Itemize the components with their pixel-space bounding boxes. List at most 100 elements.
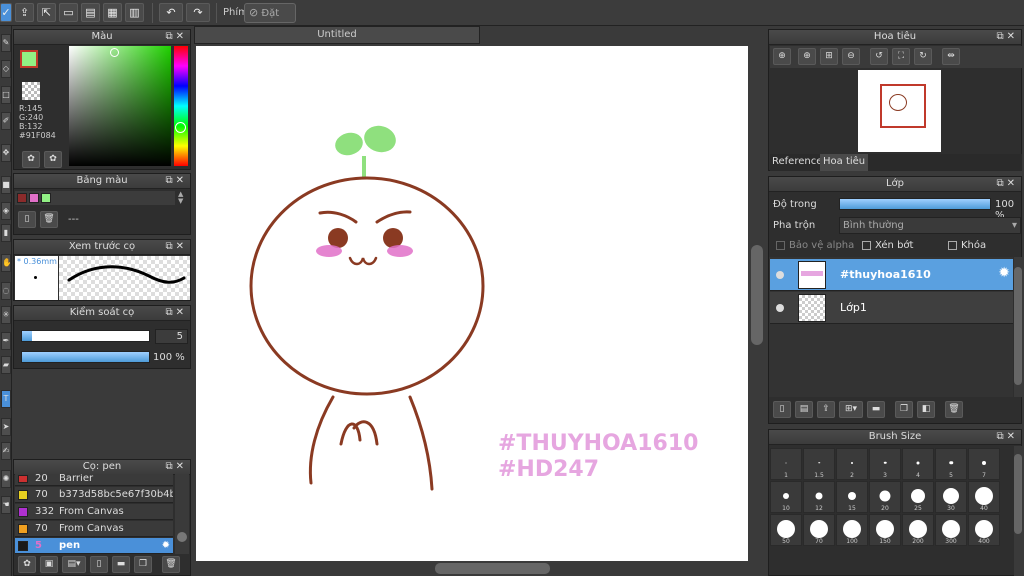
brush-size-preset[interactable]: 4 — [902, 448, 934, 480]
fullscreen-icon[interactable]: ⛶ — [892, 48, 910, 65]
gradient-tool-icon[interactable]: ▮ — [1, 224, 11, 242]
brush-size-preset[interactable]: 70 — [803, 514, 835, 546]
layout-button[interactable]: ▥ — [125, 3, 144, 22]
brush-stamp-icon[interactable]: ▣ — [40, 556, 58, 573]
brush-size-preset[interactable]: 100 — [836, 514, 868, 546]
new-layer-icon[interactable]: ▯ — [773, 401, 791, 418]
redo-button[interactable]: ↷ — [186, 3, 210, 22]
brush-size-preset[interactable]: 12 — [803, 481, 835, 513]
duplicate-layer-icon[interactable]: ❐ — [895, 401, 913, 418]
layer-folder-icon[interactable]: ▬ — [867, 401, 885, 418]
new-palette-icon[interactable]: ▯ — [18, 211, 36, 228]
palette-scroll-arrows[interactable]: ▲ ▼ — [178, 191, 183, 205]
blend-mode-select[interactable]: Bình thường ▾ — [839, 217, 1021, 234]
import-layer-icon[interactable]: ⇪ — [817, 401, 835, 418]
brush-size-preset[interactable]: 15 — [836, 481, 868, 513]
layer-list-scrollbar[interactable] — [1014, 257, 1022, 397]
canvas-vertical-thumb[interactable] — [751, 245, 763, 345]
new-layer-text-icon[interactable]: ▤ — [795, 401, 813, 418]
export-button[interactable]: ⇱ — [37, 3, 56, 22]
panel-buttons[interactable]: ⧉✕ — [165, 174, 187, 188]
brush-size-preset[interactable]: 7 — [968, 448, 1000, 480]
layer-settings-icon[interactable]: ✹ — [998, 265, 1010, 281]
brush-size-preset[interactable]: 30 — [935, 481, 967, 513]
canvas-horizontal-thumb[interactable] — [435, 563, 550, 574]
fill-tool-icon[interactable]: ■ — [1, 176, 11, 194]
pen-tool-icon[interactable]: ✎ — [1, 34, 11, 52]
panel-buttons[interactable]: ⧉✕ — [996, 30, 1018, 44]
rect-tool-icon[interactable]: □ — [1, 86, 11, 104]
lasso-tool-icon[interactable]: ◌ — [1, 282, 11, 300]
brush-size-preset[interactable]: 200 — [902, 514, 934, 546]
zoom-icon[interactable]: ⊕ — [773, 48, 791, 65]
share-button[interactable]: ⇪ — [15, 3, 34, 22]
flip-icon[interactable]: ⇹ — [942, 48, 960, 65]
tab-reference[interactable]: Reference — [772, 156, 822, 167]
brush-size-preset[interactable]: 150 — [869, 514, 901, 546]
zoom-out-icon[interactable]: ⊖ — [842, 48, 860, 65]
magic-wand-tool-icon[interactable]: ✳ — [1, 306, 11, 324]
brush-list-item[interactable]: 70 From Canvas — [15, 521, 173, 537]
lock-checkbox[interactable] — [948, 241, 957, 250]
document-tab[interactable]: Untitled — [194, 26, 480, 44]
brush-size-preset[interactable]: 10 — [770, 481, 802, 513]
layer-row[interactable]: Lớp1 — [770, 292, 1013, 324]
color-wheel-icon[interactable]: ✿ — [22, 151, 40, 168]
tab-navigator[interactable]: Hoa tiêu — [820, 154, 869, 171]
brush-tool-icon[interactable]: ✐ — [1, 112, 11, 130]
panel-buttons[interactable]: ⧉✕ — [165, 240, 187, 254]
brush-size-scrollbar[interactable] — [1014, 446, 1022, 576]
eye-icon[interactable] — [776, 271, 784, 279]
panel-buttons[interactable]: ⧉✕ — [165, 460, 187, 474]
brush-list-scrollbar[interactable] — [175, 474, 189, 554]
eraser-tool-icon[interactable]: ▰ — [1, 356, 11, 374]
palette-swatch[interactable] — [17, 193, 27, 203]
drawing-canvas[interactable]: #THUYHOA1610 #HD247 — [196, 46, 748, 561]
brush-list-item-selected[interactable]: 5 pen ✹ — [15, 538, 173, 554]
brush-add-icon[interactable]: ✿ — [18, 556, 36, 573]
brush-size-preset[interactable]: 25 — [902, 481, 934, 513]
brush-size-preset[interactable]: 300 — [935, 514, 967, 546]
delete-palette-icon[interactable]: 🗑 — [40, 211, 58, 228]
delete-layer-icon[interactable]: 🗑 — [945, 401, 963, 418]
undo-button[interactable]: ↶ — [159, 3, 183, 22]
clipping-checkbox[interactable] — [862, 241, 871, 250]
panel-buttons[interactable]: ⧉✕ — [996, 430, 1018, 444]
brush-delete-icon[interactable]: 🗑 — [162, 556, 180, 573]
fit-icon[interactable]: ⊞ — [820, 48, 838, 65]
brush-new-dropdown-icon[interactable]: ▤▾ — [62, 556, 86, 573]
brush-folder-icon[interactable]: ▬ — [112, 556, 130, 573]
brush-size-value[interactable]: 5 — [155, 329, 188, 344]
brush-size-preset[interactable]: 2 — [836, 448, 868, 480]
move-tool-icon[interactable]: ✥ — [1, 144, 11, 162]
hand-tool-icon[interactable]: ✋ — [1, 254, 11, 272]
brush-size-preset[interactable]: 400 — [968, 514, 1000, 546]
brush-size-preset[interactable]: 40 — [968, 481, 1000, 513]
brush-list-item[interactable]: 70 b373d58bc5e67f30b4bb1 — [15, 487, 173, 503]
brush-settings-icon[interactable]: ✹ — [162, 538, 170, 553]
panel-buttons[interactable]: ⧉✕ — [165, 306, 187, 320]
blur-tool-icon[interactable]: ✺ — [1, 470, 11, 488]
eyedropper-tool-icon[interactable]: ✒ — [1, 332, 11, 350]
comment-button[interactable]: ▭ — [59, 3, 78, 22]
merge-layer-icon[interactable]: ◧ — [917, 401, 935, 418]
grid-button[interactable]: ▦ — [103, 3, 122, 22]
color-picker-icon[interactable]: ✿ — [44, 151, 62, 168]
layer-row-selected[interactable]: #thuyhoa1610 ✹ — [770, 259, 1013, 291]
reset-button[interactable]: ⊘ Đặt lại — [244, 3, 296, 37]
eye-icon[interactable] — [776, 304, 784, 312]
brush-copy-icon[interactable]: ❐ — [134, 556, 152, 573]
hue-slider[interactable] — [174, 46, 188, 166]
saturation-value-picker[interactable] — [69, 46, 171, 166]
palette-swatch[interactable] — [41, 193, 51, 203]
check-icon[interactable]: ✓ — [0, 3, 12, 22]
zoom-hand-icon[interactable]: ☚ — [1, 496, 11, 514]
transparent-color-swatch[interactable] — [22, 82, 40, 100]
brush-opacity-slider[interactable] — [21, 351, 150, 363]
smudge-tool-icon[interactable]: ✍ — [1, 442, 11, 460]
zoom-in-icon[interactable]: ⊕ — [798, 48, 816, 65]
brush-doc-icon[interactable]: ▯ — [90, 556, 108, 573]
arrow-tool-icon[interactable]: ➤ — [1, 418, 11, 436]
bucket-tool-icon[interactable]: ◈ — [1, 202, 11, 220]
add-layer-dropdown-icon[interactable]: ⊞▾ — [839, 401, 863, 418]
